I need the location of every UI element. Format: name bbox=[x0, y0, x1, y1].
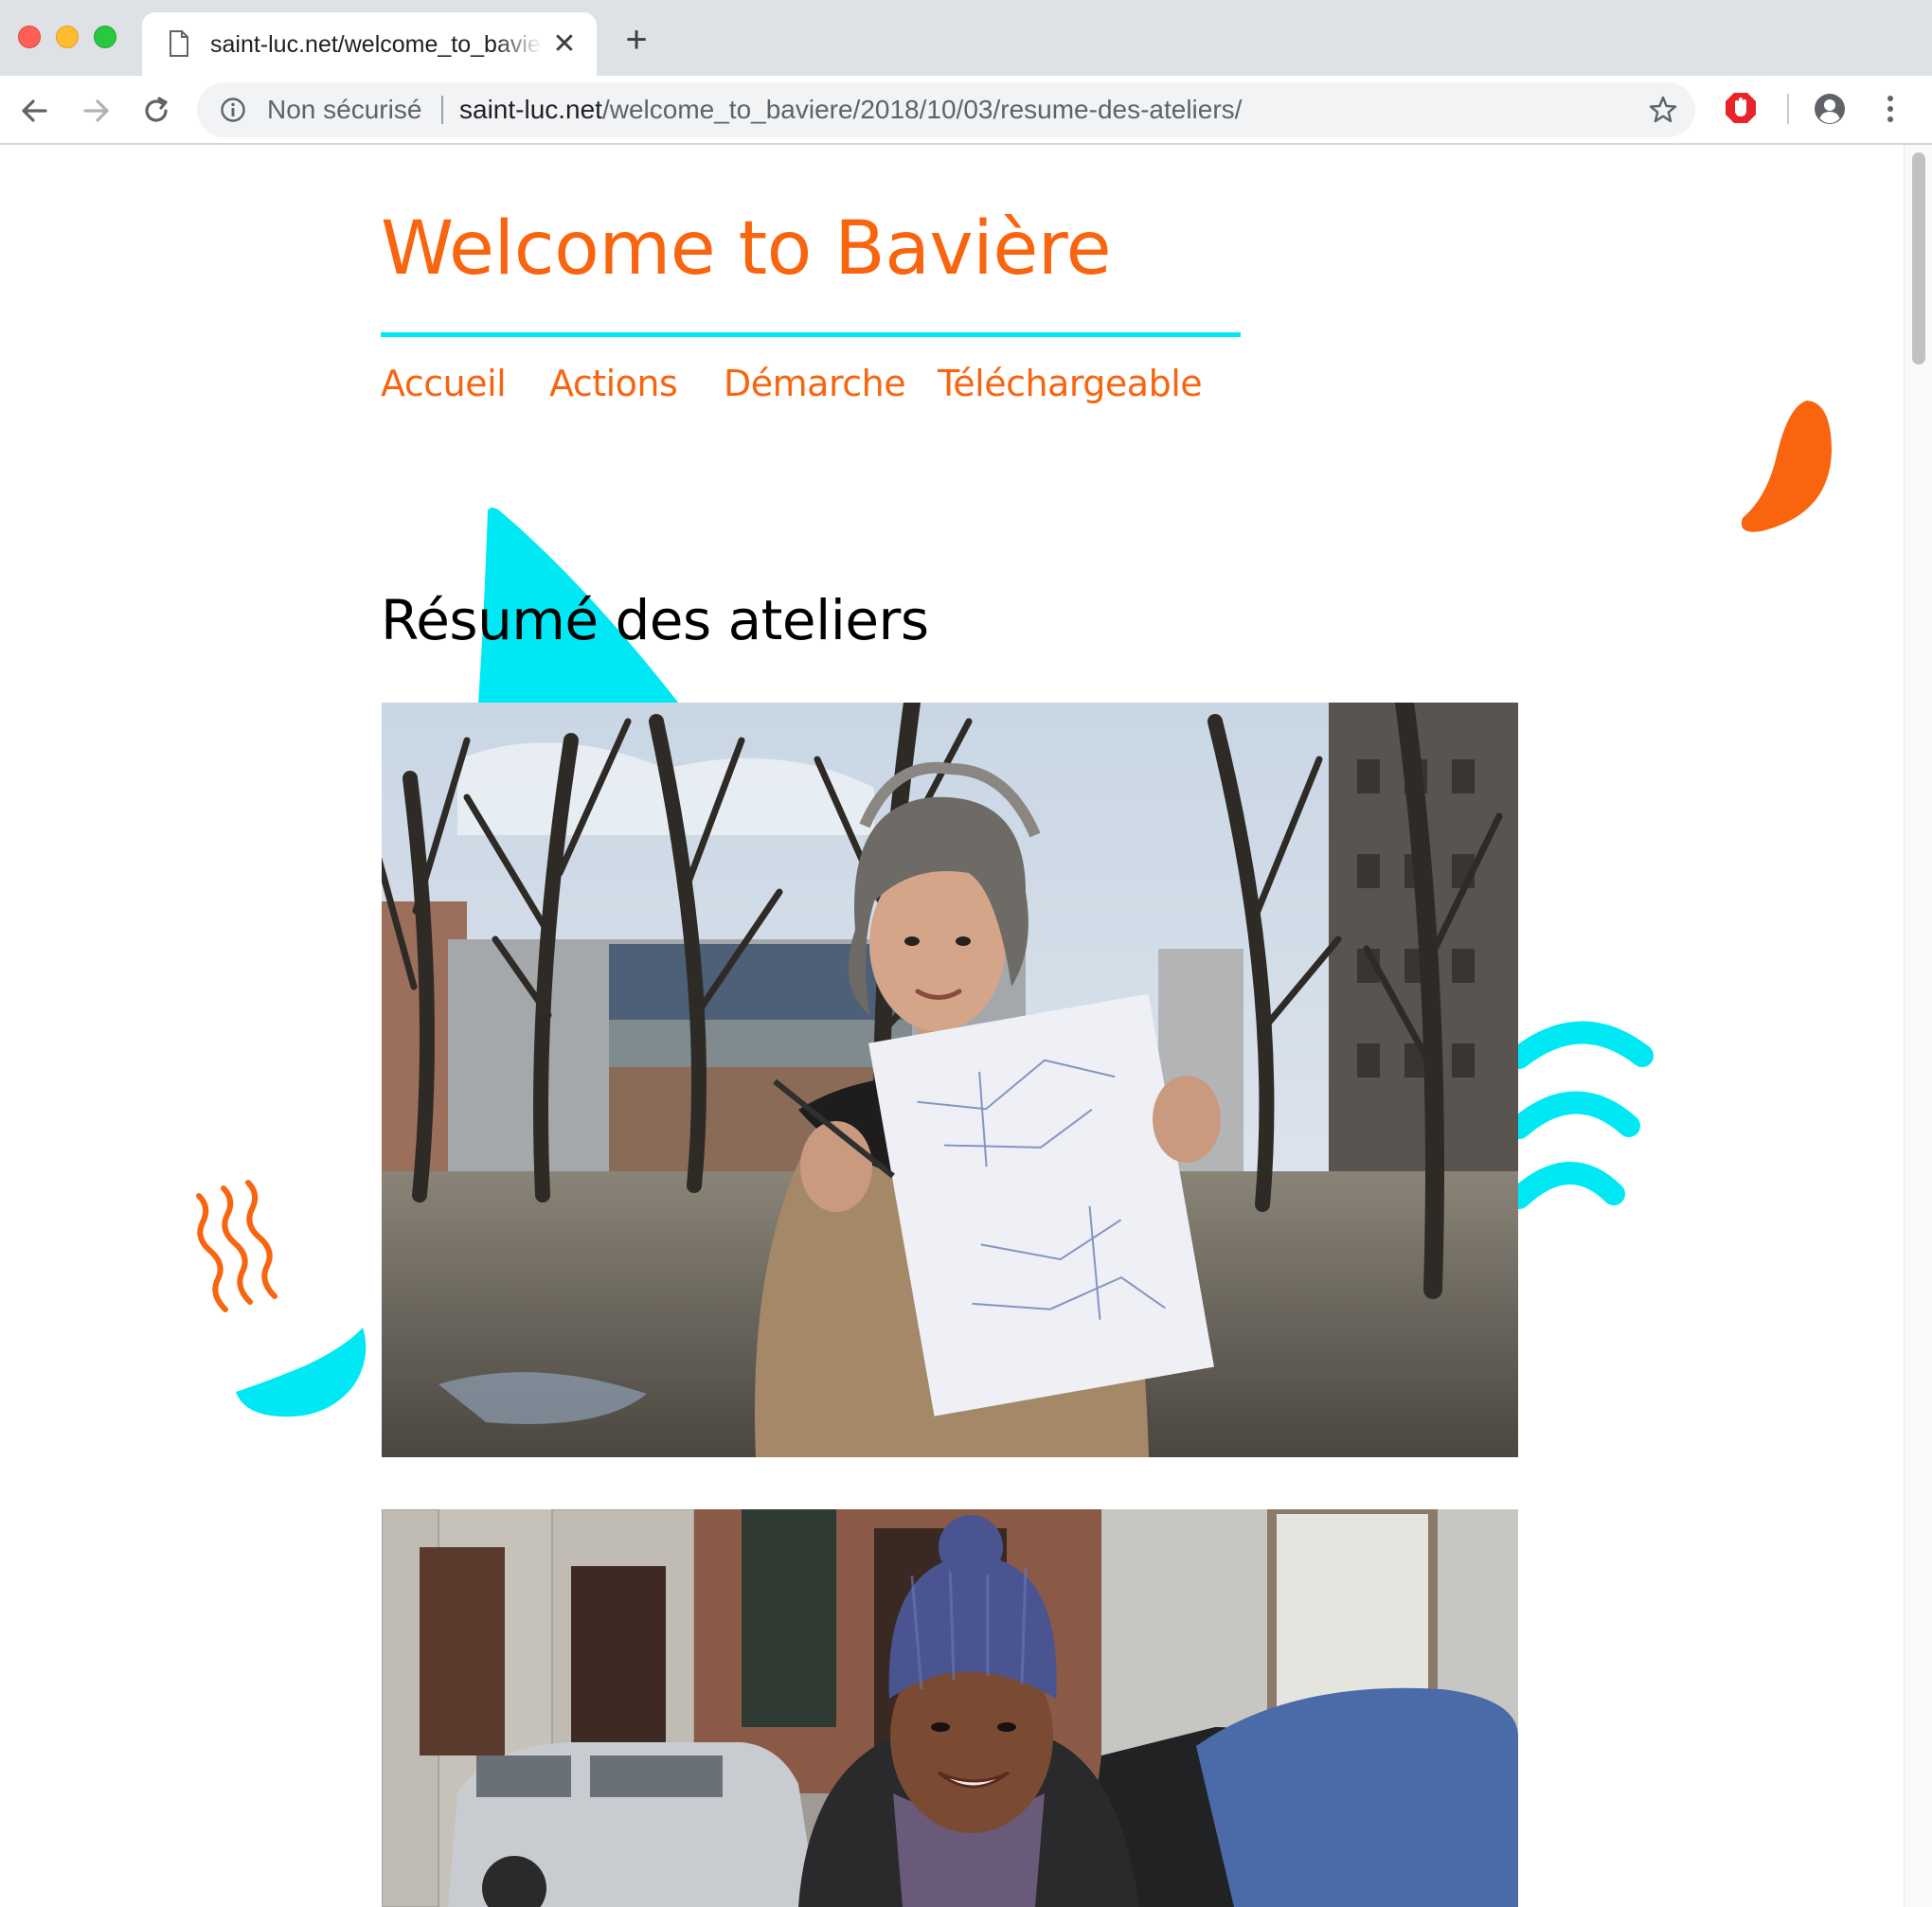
security-label[interactable]: Non sécurisé bbox=[267, 82, 421, 137]
url-path: /welcome_to_baviere/2018/10/03/resume-de… bbox=[601, 95, 1243, 124]
nav-link-accueil[interactable]: Accueil bbox=[381, 358, 507, 409]
url-host: saint-luc.net bbox=[459, 95, 602, 124]
post-title: Résumé des ateliers bbox=[381, 588, 929, 652]
tab-close-icon[interactable]: ✕ bbox=[551, 30, 578, 59]
zoom-window-button[interactable] bbox=[94, 26, 116, 48]
tab-title: saint-luc.net/welcome_to_baviere/2018/10… bbox=[210, 31, 542, 58]
new-tab-button[interactable]: + bbox=[619, 21, 653, 59]
cyan-waves-decoration bbox=[1515, 1021, 1654, 1209]
omnibox-divider bbox=[441, 96, 443, 124]
minimize-window-button[interactable] bbox=[56, 26, 79, 48]
info-icon[interactable] bbox=[220, 97, 246, 123]
nav-link-demarche[interactable]: Démarche bbox=[724, 358, 906, 409]
site-title[interactable]: Welcome to Bavière bbox=[381, 202, 1112, 296]
scrollbar-thumb[interactable] bbox=[1912, 152, 1925, 365]
browser-tab-strip: saint-luc.net/welcome_to_baviere/2018/10… bbox=[0, 0, 1932, 76]
toolbar-divider bbox=[1787, 94, 1789, 124]
page-icon bbox=[170, 30, 188, 57]
workshop-photo-woman-with-hat bbox=[382, 1509, 1518, 1907]
workshop-photo-woman-with-map bbox=[382, 703, 1518, 1457]
menu-icon[interactable] bbox=[1879, 92, 1902, 126]
orange-half-moon-decoration bbox=[1741, 401, 1832, 532]
forward-icon[interactable] bbox=[78, 93, 114, 129]
back-icon[interactable] bbox=[17, 93, 53, 129]
address-bar[interactable]: Non sécurisé saint-luc.net/welcome_to_ba… bbox=[197, 82, 1695, 137]
nav-link-actions[interactable]: Actions bbox=[549, 358, 678, 409]
vertical-scrollbar[interactable] bbox=[1904, 145, 1932, 1907]
page-viewport: Welcome to Bavière Accueil Actions Démar… bbox=[0, 145, 1932, 1907]
nav-link-telechargeable[interactable]: Téléchargeable bbox=[938, 358, 1203, 409]
browser-toolbar: Non sécurisé saint-luc.net/welcome_to_ba… bbox=[0, 76, 1932, 145]
close-window-button[interactable] bbox=[18, 26, 41, 48]
orange-squiggle-decoration bbox=[196, 1180, 277, 1312]
adblock-extension-icon[interactable] bbox=[1724, 91, 1758, 125]
profile-icon[interactable] bbox=[1813, 92, 1847, 126]
browser-tab-active[interactable]: saint-luc.net/welcome_to_baviere/2018/10… bbox=[142, 12, 597, 76]
reload-icon[interactable] bbox=[138, 93, 174, 129]
cyan-half-moon-decoration bbox=[236, 1328, 367, 1417]
title-underline bbox=[381, 332, 1241, 337]
star-icon[interactable] bbox=[1648, 95, 1678, 125]
url-text[interactable]: saint-luc.net/welcome_to_baviere/2018/10… bbox=[459, 82, 1242, 137]
